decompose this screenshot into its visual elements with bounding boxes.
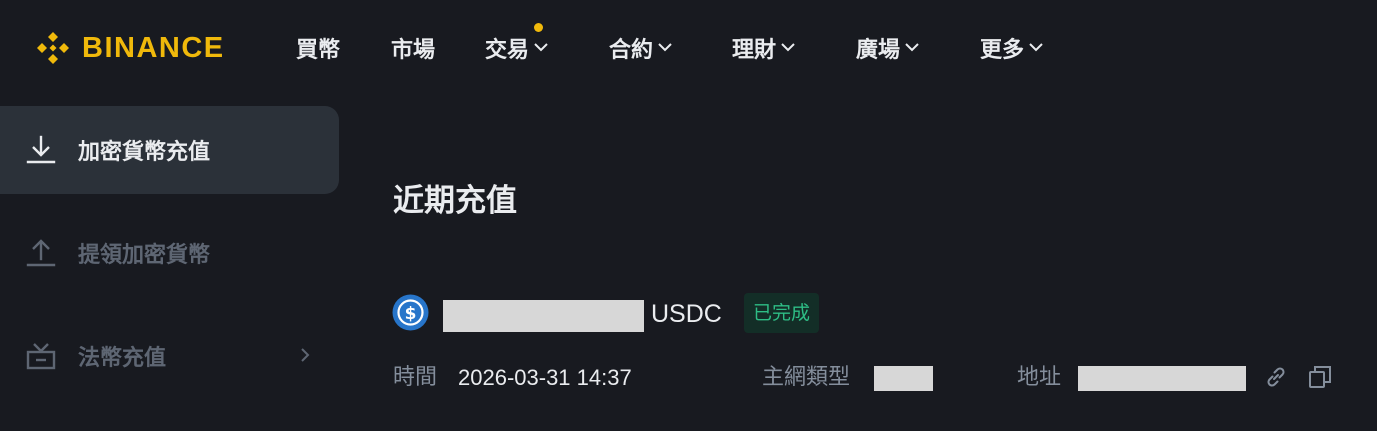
nav-item-square[interactable]: 廣場: [856, 30, 921, 66]
chevron-right-icon: [301, 348, 310, 362]
chevron-down-icon: [905, 43, 919, 52]
copy-icon[interactable]: [1306, 363, 1334, 391]
nav-item-label: 更多: [980, 38, 1025, 63]
nav-item-label: 買幣: [296, 38, 341, 63]
nav-item-more[interactable]: 更多: [980, 30, 1045, 66]
deposit-page: BINANCE 買幣 市場 交易 合約 理財 廣場 更多 加密貨幣充值 提領加密…: [0, 0, 1377, 431]
nav-item-label: 交易: [485, 38, 530, 63]
nav-item-label: 合約: [609, 38, 654, 63]
nav-item-futures[interactable]: 合約: [609, 30, 674, 66]
sidebar-item-label: 加密貨幣充值: [78, 140, 211, 165]
nav-item-markets[interactable]: 市場: [391, 30, 435, 66]
sidebar-item-label: 法幣充值: [78, 346, 167, 371]
brand-name: BINANCE: [82, 32, 225, 64]
chevron-down-icon: [1029, 43, 1043, 52]
chevron-down-icon: [781, 43, 795, 52]
nav-item-earn[interactable]: 理財: [732, 30, 797, 66]
nav-item-trade[interactable]: 交易: [485, 30, 550, 66]
page-title: 近期充值: [393, 183, 517, 219]
nav-item-buy-crypto[interactable]: 買幣: [296, 30, 340, 66]
upload-icon: [26, 239, 56, 267]
asset-symbol: USDC: [651, 300, 722, 328]
redacted-network: [874, 366, 933, 391]
nav-item-label: 市場: [391, 38, 436, 63]
chevron-down-icon: [534, 43, 548, 52]
usdc-icon: $: [392, 294, 429, 331]
sidebar-item-crypto-withdraw[interactable]: 提領加密貨幣: [0, 209, 339, 297]
binance-logo[interactable]: BINANCE: [33, 28, 225, 68]
chevron-down-icon: [658, 43, 672, 52]
nav-item-label: 理財: [732, 38, 777, 63]
notification-dot: [534, 23, 543, 32]
link-icon[interactable]: [1262, 363, 1290, 391]
binance-logo-icon: [37, 32, 69, 64]
redacted-amount: [443, 300, 644, 332]
svg-text:$: $: [405, 304, 417, 324]
sidebar-item-crypto-deposit[interactable]: 加密貨幣充值: [0, 106, 339, 194]
sidebar-item-fiat-deposit[interactable]: 法幣充值: [0, 312, 339, 400]
fiat-deposit-icon: [26, 343, 56, 370]
address-label: 地址: [1017, 365, 1062, 390]
time-value: 2026-03-31 14:37: [458, 365, 632, 390]
nav-item-label: 廣場: [856, 38, 901, 63]
redacted-address: [1078, 366, 1246, 391]
sidebar-item-label: 提領加密貨幣: [78, 243, 211, 268]
status-badge: 已完成: [744, 293, 820, 333]
network-label: 主網類型: [762, 365, 851, 390]
time-label: 時間: [393, 365, 438, 390]
download-icon: [26, 135, 56, 164]
